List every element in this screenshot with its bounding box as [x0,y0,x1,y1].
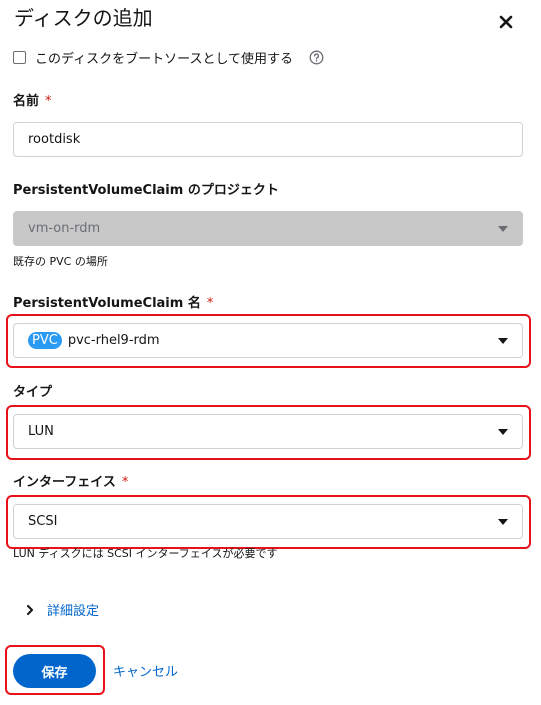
interface-label: インターフェイス * [13,474,128,492]
pvc-name-select[interactable]: PVC pvc-rhel9-rdm [13,323,523,358]
interface-helper: LUN ディスクには SCSI インターフェイスが必要です [13,547,278,560]
type-value: LUN [28,424,54,439]
advanced-settings-label: 詳細設定 [47,604,100,619]
cancel-button[interactable]: キャンセル [113,661,178,680]
pvc-name-value: pvc-rhel9-rdm [67,333,160,348]
modal-title: ディスクの追加 [14,6,153,30]
pvc-project-helper: 既存の PVC の場所 [13,255,108,268]
save-button[interactable]: 保存 [13,654,96,688]
advanced-settings-toggle[interactable]: 詳細設定 [25,600,99,619]
caret-down-icon [498,518,508,525]
caret-down-icon [498,337,508,344]
type-label: タイプ [13,385,53,400]
type-select[interactable]: LUN [13,414,523,449]
caret-down-icon [498,225,508,232]
boot-source-label[interactable]: このディスクをブートソースとして使用する [35,48,293,67]
boot-source-row: このディスクをブートソースとして使用する [13,48,324,67]
caret-down-icon [498,428,508,435]
name-input[interactable]: rootdisk [13,122,523,157]
required-mark: * [121,475,129,490]
pvc-project-label: PersistentVolumeClaim のプロジェクト [13,183,279,198]
required-mark: * [206,296,214,311]
pvc-project-select: vm-on-rdm [13,211,523,246]
pvc-name-selection: PVC pvc-rhel9-rdm [28,332,160,349]
required-mark: * [45,94,52,109]
name-label: 名前 * [13,93,52,111]
pvc-name-label-text: PersistentVolumeClaim 名 [13,296,201,311]
close-icon[interactable] [497,13,515,31]
pvc-name-label: PersistentVolumeClaim 名 * [13,295,213,313]
pvc-project-value: vm-on-rdm [28,221,101,236]
interface-value: SCSI [28,514,58,529]
interface-select[interactable]: SCSI [13,504,523,539]
help-circle-icon[interactable] [309,50,324,65]
boot-source-checkbox[interactable] [13,50,26,64]
name-label-text: 名前 [13,94,40,109]
chevron-right-icon [27,604,33,615]
name-input-value: rootdisk [28,132,81,147]
pvc-badge: PVC [28,332,62,349]
interface-label-text: インターフェイス [13,475,116,490]
